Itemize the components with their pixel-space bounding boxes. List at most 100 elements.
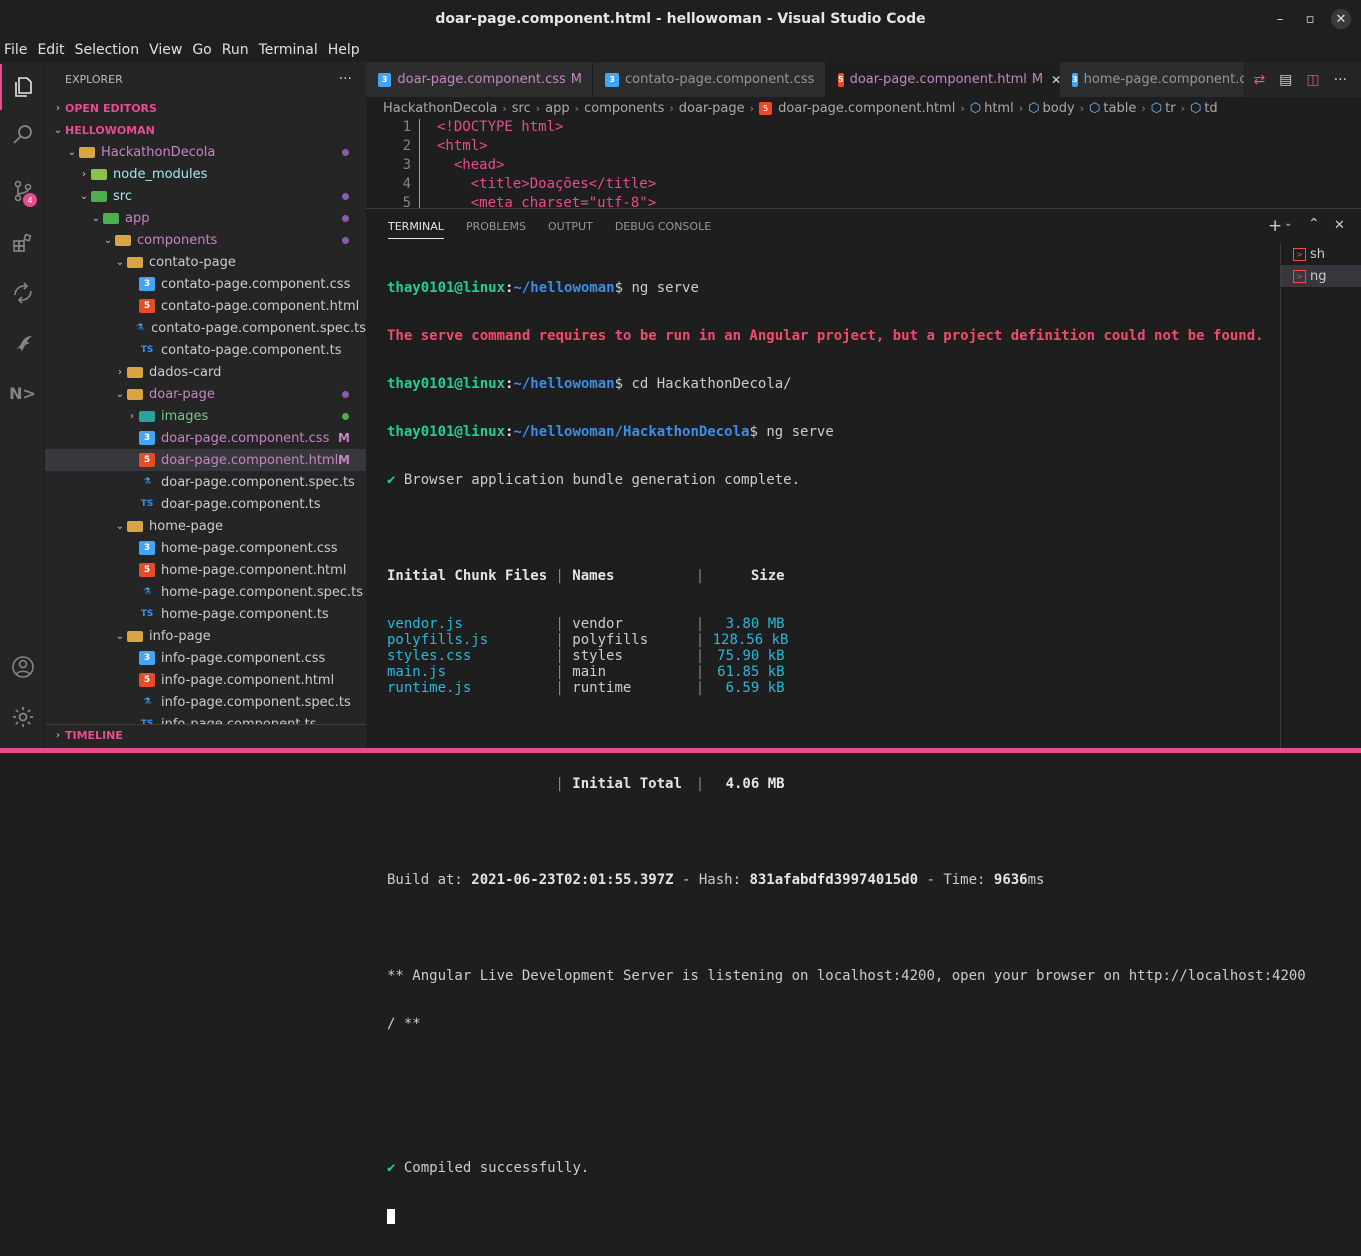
settings-gear-icon[interactable] (0, 694, 45, 740)
terminal-output[interactable]: thay0101@linux:~/hellowoman$ ng serve Th… (387, 248, 1306, 1224)
search-icon[interactable] (0, 112, 45, 158)
timeline-section[interactable]: › TIMELINE (45, 724, 366, 746)
source-control-icon[interactable]: 4 (0, 168, 45, 214)
folder-item[interactable]: ⌄ home-page (45, 515, 366, 537)
menu-file[interactable]: File (0, 42, 31, 58)
file-item[interactable]: ⚗ contato-page.component.spec.ts (45, 317, 366, 339)
file-item[interactable]: ⚗ info-page.component.spec.ts (45, 691, 366, 713)
chevron-down-icon: ⌄ (103, 234, 113, 246)
minimize-icon[interactable]: – (1270, 9, 1290, 29)
compare-changes-icon[interactable]: ⇄ (1253, 72, 1265, 88)
line-number: 4 (402, 176, 411, 192)
tree-item-label: contato-page.component.html (161, 298, 360, 314)
line-number: 1 (402, 119, 411, 135)
accounts-icon[interactable] (0, 644, 45, 690)
breadcrumb-item[interactable]: doar-page (679, 101, 745, 116)
breadcrumb-item[interactable]: app (545, 101, 569, 116)
file-item[interactable]: 5 home-page.component.html (45, 559, 366, 581)
menu-selection[interactable]: Selection (71, 42, 144, 58)
line-number: 5 (402, 195, 411, 208)
menu-terminal[interactable]: Terminal (255, 42, 322, 58)
folder-item[interactable]: ⌄ doar-page (45, 383, 366, 405)
breadcrumb-item[interactable]: html (984, 101, 1014, 116)
file-item[interactable]: 5 contato-page.component.html (45, 295, 366, 317)
file-item[interactable]: 3 doar-page.component.css M (45, 427, 366, 449)
status-message: Browser application bundle generation co… (403, 472, 801, 488)
breadcrumb-item[interactable]: tr (1165, 101, 1175, 116)
breadcrumb-item[interactable]: components (584, 101, 664, 116)
more-actions-icon[interactable]: ··· (339, 71, 352, 87)
terminal-instance-ng[interactable]: > ng (1281, 265, 1361, 287)
file-item[interactable]: ⚗ doar-page.component.spec.ts (45, 471, 366, 493)
folder-item[interactable]: ⌄ src (45, 185, 366, 207)
explorer-icon[interactable] (0, 64, 45, 110)
file-item[interactable]: TS contato-page.component.ts (45, 339, 366, 361)
css-file-icon: 3 (139, 541, 155, 555)
breadcrumb-item[interactable]: doar-page.component.html (778, 101, 955, 116)
breadcrumb-item[interactable]: src (512, 101, 531, 116)
menu-run[interactable]: Run (218, 42, 253, 58)
remote-explorer-icon[interactable] (0, 270, 45, 316)
tree-item-label: doar-page.component.html (161, 452, 339, 468)
maximize-panel-icon[interactable]: ⌃ (1308, 216, 1320, 232)
breadcrumb-item[interactable]: HackathonDecola (383, 101, 497, 116)
html-file-icon: 5 (139, 299, 155, 313)
chunk-table-rows: vendor.js | vendor | 3.80 MB polyfills.js… (387, 616, 1277, 696)
folder-item[interactable]: ⌄ info-page (45, 625, 366, 647)
split-editor-icon[interactable]: ◫ (1306, 72, 1319, 88)
tab-doar-page-css[interactable]: 3 doar-page.component.css M (366, 62, 593, 97)
menu-edit[interactable]: Edit (33, 42, 68, 58)
deploy-icon[interactable] (0, 320, 45, 366)
chevron-right-icon: › (56, 102, 60, 114)
more-actions-icon[interactable]: ··· (1334, 72, 1347, 88)
folder-icon (79, 146, 95, 158)
tab-contato-page-css[interactable]: 3 contato-page.component.css (593, 62, 826, 97)
close-window-icon[interactable]: ✕ (1331, 9, 1351, 29)
modified-dot (342, 236, 349, 244)
menu-help[interactable]: Help (324, 42, 364, 58)
folder-item[interactable]: ⌄ app (45, 207, 366, 229)
tab-label: doar-page.component.html (849, 72, 1027, 87)
chevron-down-icon: ⌄ (115, 520, 125, 532)
chevron-down-icon: ⌄ (115, 256, 125, 268)
new-terminal-icon[interactable]: + (1268, 216, 1282, 236)
tab-problems[interactable]: PROBLEMS (466, 209, 526, 243)
breadcrumb-item[interactable]: td (1204, 101, 1217, 116)
file-item[interactable]: TS home-page.component.ts (45, 603, 366, 625)
file-item[interactable]: 3 home-page.component.css (45, 537, 366, 559)
file-item[interactable]: 3 info-page.component.css (45, 647, 366, 669)
extensions-icon[interactable] (0, 220, 45, 266)
tab-output[interactable]: OUTPUT (548, 209, 593, 243)
tab-terminal[interactable]: TERMINAL (388, 209, 444, 243)
open-editors-section[interactable]: › OPEN EDITORS (45, 97, 366, 119)
breadcrumb-item[interactable]: table (1103, 101, 1136, 116)
terminal-panel: TERMINAL PROBLEMS OUTPUT DEBUG CONSOLE +… (366, 208, 1361, 1224)
file-item[interactable]: ⚗ home-page.component.spec.ts (45, 581, 366, 603)
folder-item[interactable]: ⌄ contato-page (45, 251, 366, 273)
code-editor[interactable]: 1 2 3 4 5 <!DOCTYPE html> <html> <head> … (366, 119, 1361, 208)
menu-view[interactable]: View (145, 42, 186, 58)
tab-debug-console[interactable]: DEBUG CONSOLE (615, 209, 711, 243)
chevron-down-icon[interactable]: ⌄ (1284, 218, 1292, 229)
close-panel-icon[interactable]: ✕ (1334, 218, 1345, 233)
tab-home-page-css[interactable]: 3 home-page.component.cs (1060, 62, 1245, 97)
modified-indicator: M (1031, 72, 1044, 87)
menu-go[interactable]: Go (188, 42, 215, 58)
nx-console-icon[interactable]: N> (0, 370, 45, 416)
file-item[interactable]: 5 info-page.component.html (45, 669, 366, 691)
file-item[interactable]: 3 contato-page.component.css (45, 273, 366, 295)
folder-item[interactable]: › node_modules (45, 163, 366, 185)
terminal-instance-sh[interactable]: > sh (1281, 243, 1361, 265)
open-preview-icon[interactable]: ▤ (1279, 72, 1292, 88)
folder-item[interactable]: ⌄ HackathonDecola (45, 141, 366, 163)
folder-item[interactable]: ⌄ components (45, 229, 366, 251)
workspace-root-section[interactable]: ⌄ HELLOWOMAN (45, 119, 366, 141)
breadcrumb-item[interactable]: body (1042, 101, 1074, 116)
file-item[interactable]: 5 doar-page.component.html M (45, 449, 366, 471)
folder-item[interactable]: › images (45, 405, 366, 427)
tab-doar-page-html[interactable]: 5 doar-page.component.html M ✕ (826, 62, 1061, 97)
maximize-icon[interactable]: ▫ (1300, 9, 1320, 29)
folder-item[interactable]: › dados-card (45, 361, 366, 383)
file-item[interactable]: TS doar-page.component.ts (45, 493, 366, 515)
tree-item-label: contato-page.component.css (161, 276, 351, 292)
